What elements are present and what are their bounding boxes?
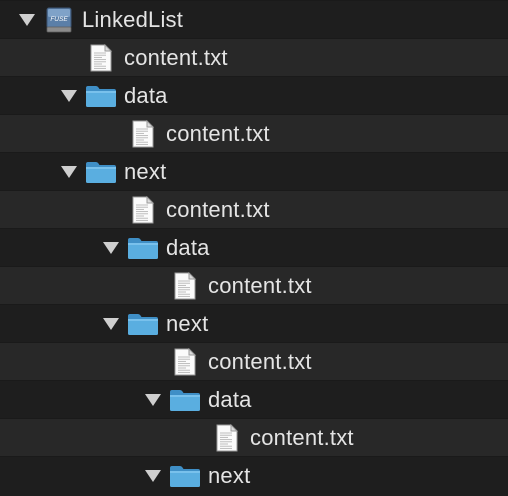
folder-icon xyxy=(84,77,118,115)
disclosure-triangle-icon[interactable] xyxy=(102,305,120,343)
tree-item-label: content.txt xyxy=(124,45,228,70)
text-file-icon xyxy=(210,419,244,457)
tree-item-label: data xyxy=(166,235,210,260)
tree-item-label: next xyxy=(208,463,251,488)
tree-item-label: data xyxy=(124,83,168,108)
tree-item-label: content.txt xyxy=(166,197,270,222)
tree-row-folder[interactable]: data xyxy=(0,380,508,418)
fuse-disk-icon: FUSE xyxy=(42,1,76,39)
text-file-icon xyxy=(126,115,160,153)
text-file-icon xyxy=(126,191,160,229)
tree-item-label: next xyxy=(124,159,167,184)
disclosure-triangle-icon[interactable] xyxy=(144,457,162,495)
folder-icon xyxy=(84,153,118,191)
disclosure-triangle-icon[interactable] xyxy=(60,77,78,115)
svg-text:FUSE: FUSE xyxy=(50,16,68,23)
tree-row-folder[interactable]: next xyxy=(0,456,508,494)
tree-item-label: content.txt xyxy=(208,349,312,374)
tree-item-label: data xyxy=(208,387,252,412)
disclosure-triangle-icon[interactable] xyxy=(102,229,120,267)
tree-item-label: next xyxy=(166,311,209,336)
tree-row-file[interactable]: content.txt xyxy=(0,114,508,152)
disclosure-triangle-icon[interactable] xyxy=(18,1,36,39)
tree-row-file[interactable]: content.txt xyxy=(0,38,508,76)
folder-icon xyxy=(168,457,202,495)
tree-row-folder[interactable]: next xyxy=(0,304,508,342)
tree-row-file[interactable]: content.txt xyxy=(0,342,508,380)
disclosure-triangle-icon[interactable] xyxy=(60,153,78,191)
tree-item-label: content.txt xyxy=(166,121,270,146)
tree-row-disk[interactable]: FUSE LinkedList xyxy=(0,0,508,38)
tree-row-folder[interactable]: data xyxy=(0,228,508,266)
folder-icon xyxy=(168,381,202,419)
folder-icon xyxy=(126,305,160,343)
file-tree: FUSE LinkedList content.txt data content.txt… xyxy=(0,0,508,496)
text-file-icon xyxy=(168,343,202,381)
tree-row-folder[interactable]: data xyxy=(0,76,508,114)
tree-row-folder[interactable]: next xyxy=(0,152,508,190)
tree-row-file[interactable]: content.txt xyxy=(0,418,508,456)
tree-row-file[interactable]: content.txt xyxy=(0,266,508,304)
tree-item-label: LinkedList xyxy=(82,7,184,32)
tree-item-label: content.txt xyxy=(250,425,354,450)
tree-item-label: content.txt xyxy=(208,273,312,298)
text-file-icon xyxy=(168,267,202,305)
text-file-icon xyxy=(84,39,118,77)
tree-row-file[interactable]: content.txt xyxy=(0,190,508,228)
disclosure-triangle-icon[interactable] xyxy=(144,381,162,419)
folder-icon xyxy=(126,229,160,267)
